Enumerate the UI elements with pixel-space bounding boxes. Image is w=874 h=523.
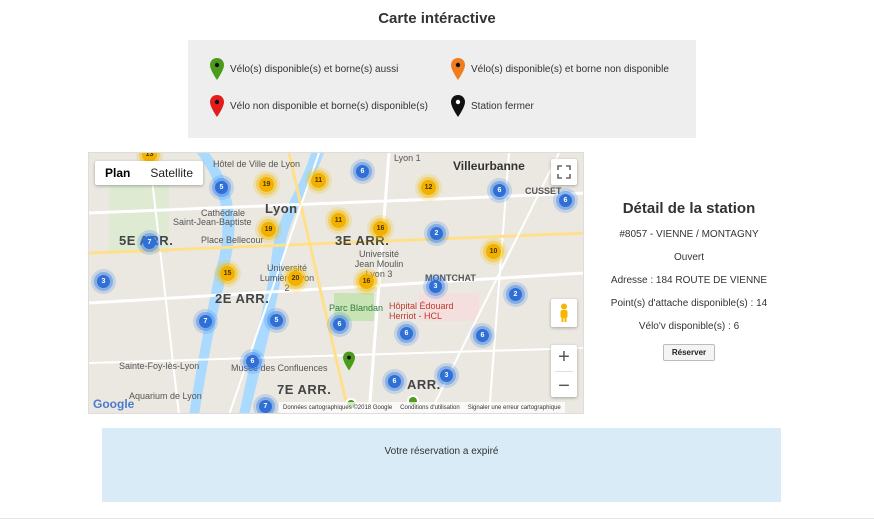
cluster-marker[interactable]: 5	[215, 181, 228, 194]
cluster-marker[interactable]: 6	[400, 327, 413, 340]
cluster-marker[interactable]: 11	[331, 213, 346, 228]
alert-message: Votre réservation a expiré	[384, 446, 499, 457]
cluster-marker[interactable]: 19	[261, 222, 276, 237]
google-logo: Google	[93, 397, 135, 411]
fullscreen-icon	[557, 165, 571, 179]
station-detail: Détail de la station #8057 - VIENNE / MO…	[596, 200, 782, 361]
station-attach-points: Point(s) d'attache disponible(s) : 14	[610, 298, 768, 309]
station-status: Ouvert	[673, 252, 704, 263]
reservation-alert: Votre réservation a expiré	[102, 428, 781, 502]
station-address: Adresse : 184 ROUTE DE VIENNE	[610, 275, 768, 286]
cluster-marker[interactable]: 10	[486, 244, 501, 259]
cluster-marker[interactable]: 2	[430, 227, 443, 240]
map-footer: Google Données cartographiques ©2018 Goo…	[89, 397, 583, 413]
zoom-out-button[interactable]: −	[558, 376, 570, 396]
cluster-marker[interactable]: 3	[429, 280, 442, 293]
black-marker-icon	[451, 95, 465, 117]
red-marker-icon	[210, 95, 224, 117]
map-label: Saint-Jean-Baptiste	[173, 217, 252, 227]
legend: Vélo(s) disponible(s) et borne(s) aussi …	[188, 40, 696, 138]
station-bikes: Vélo'v disponible(s) : 6	[638, 321, 740, 332]
map-type-satellite[interactable]: Satellite	[140, 161, 203, 185]
green-marker-icon[interactable]	[343, 351, 355, 371]
interactive-map[interactable]: Villeurbanne Lyon 1 Lyon Hôtel de Ville …	[88, 152, 584, 414]
cluster-marker[interactable]: 6	[356, 165, 369, 178]
map-label: Aquarium de Lyon	[129, 391, 202, 401]
footer-divider	[0, 518, 874, 519]
map-label: Hôpital Édouard Herriot - HCL	[389, 301, 454, 321]
legend-label: Vélo(s) disponible(s) et borne non dispo…	[471, 63, 669, 75]
station-detail-title: Détail de la station	[622, 200, 756, 217]
cluster-marker[interactable]: 7	[143, 236, 156, 249]
legend-item: Vélo(s) disponible(s) et borne non dispo…	[451, 58, 669, 80]
report-error-link[interactable]: Signaler une erreur cartographique	[468, 405, 561, 411]
legend-item: Station fermer	[451, 95, 534, 117]
map-label: ARR.	[407, 377, 441, 392]
orange-marker-icon	[451, 58, 465, 80]
street-view-pegman[interactable]	[551, 299, 577, 327]
green-marker-icon	[210, 58, 224, 80]
cluster-marker[interactable]: 12	[421, 180, 436, 195]
map-label: Lyon	[265, 201, 298, 216]
cluster-marker[interactable]: 6	[388, 375, 401, 388]
pegman-icon	[560, 303, 568, 322]
map-label: Lyon 1	[394, 153, 421, 163]
map-label: 2E ARR.	[215, 291, 270, 306]
map-label: 7E ARR.	[277, 382, 332, 397]
cluster-marker[interactable]: 5	[270, 314, 283, 327]
cluster-marker[interactable]: 3	[97, 275, 110, 288]
cluster-marker[interactable]: 20	[288, 271, 303, 286]
map-label: Parc Blandan	[329, 303, 384, 313]
map-label: CUSSET	[525, 186, 562, 196]
cluster-marker[interactable]: 6	[246, 355, 259, 368]
map-label: Université Lumière Lyon 2	[259, 263, 315, 293]
cluster-marker[interactable]: 19	[259, 177, 274, 192]
map-data-credit[interactable]: Données cartographiques ©2018 Google	[283, 405, 392, 411]
map-type-plan[interactable]: Plan	[95, 161, 140, 185]
zoom-control: + −	[551, 345, 577, 397]
cluster-marker[interactable]: 16	[373, 221, 388, 236]
fullscreen-button[interactable]	[551, 159, 577, 185]
page-title: Carte intéractive	[378, 10, 496, 27]
map-label: Place Bellecour	[201, 235, 264, 245]
terms-link[interactable]: Conditions d'utilisation	[400, 405, 460, 411]
legend-label: Vélo non disponible et borne(s) disponib…	[230, 100, 428, 112]
map-type-control: Plan Satellite	[95, 161, 204, 185]
map-label: Musée des Confluences	[231, 363, 328, 373]
map-attribution: Données cartographiques ©2018 Google Con…	[279, 402, 565, 413]
map-label: Villeurbanne	[453, 159, 525, 173]
legend-item: Vélo non disponible et borne(s) disponib…	[210, 95, 428, 117]
cluster-marker[interactable]: 16	[359, 274, 374, 289]
zoom-in-button[interactable]: +	[558, 347, 570, 367]
zoom-divider	[555, 370, 573, 372]
cluster-marker[interactable]: 7	[199, 315, 212, 328]
cluster-marker[interactable]: 3	[440, 369, 453, 382]
cluster-marker[interactable]: 6	[333, 318, 346, 331]
legend-label: Vélo(s) disponible(s) et borne(s) aussi	[230, 63, 399, 75]
cluster-marker[interactable]: 6	[559, 194, 572, 207]
map-label: Hôtel de Ville de Lyon	[213, 159, 301, 169]
cluster-marker[interactable]: 6	[493, 184, 506, 197]
cluster-marker[interactable]: 11	[311, 173, 326, 188]
map-label: Université Jean Moulin Lyon 3	[354, 249, 404, 279]
map-label: Sainte-Foy-lès-Lyon	[119, 361, 200, 371]
legend-label: Station fermer	[471, 100, 534, 112]
cluster-marker[interactable]: 6	[476, 329, 489, 342]
cluster-marker[interactable]: 2	[509, 288, 522, 301]
reserve-button[interactable]: Réserver	[662, 344, 716, 361]
map-background	[89, 153, 583, 413]
cluster-marker[interactable]: 15	[220, 266, 235, 281]
station-name: #8057 - VIENNE / MONTAGNY	[619, 229, 759, 240]
legend-item: Vélo(s) disponible(s) et borne(s) aussi	[210, 58, 398, 80]
